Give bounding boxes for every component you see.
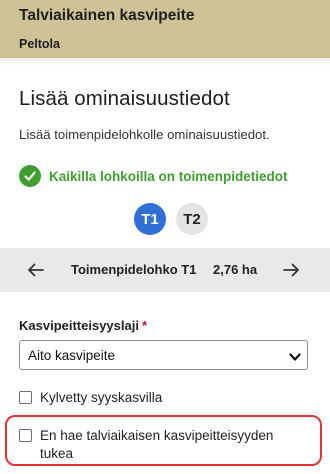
cover-type-label-text: Kasvipeitteisyyslaji	[19, 318, 139, 333]
checkbox-row-winter-crop: Kylvetty syyskasvilla	[19, 389, 162, 407]
chevron-down-icon	[289, 350, 301, 365]
winter-crop-label[interactable]: Kylvetty syyskasvilla	[40, 389, 162, 407]
cover-type-label: Kasvipeitteisyyslaji *	[19, 318, 147, 333]
header-shadow	[0, 58, 330, 66]
no-support-checkbox[interactable]	[19, 429, 32, 442]
main-panel: Lisää ominaisuustiedot Lisää toimenpidel…	[0, 66, 330, 474]
tab-t1[interactable]: T1	[134, 203, 166, 235]
arrow-left-icon[interactable]	[22, 256, 50, 284]
block-navigator: Toimenpidelohko T1 2,76 ha	[0, 248, 330, 292]
app-header: Talviaikainen kasvipeite Peltola	[0, 0, 330, 58]
block-name: Toimenpidelohko T1	[71, 262, 197, 277]
cover-type-selected: Aito kasvipeite	[28, 347, 116, 363]
page-title: Lisää ominaisuustiedot	[19, 87, 230, 110]
no-support-label[interactable]: En hae talviaikaisen kasvipeitteisyyden …	[40, 427, 299, 463]
checkbox-row-no-support: En hae talviaikaisen kasvipeitteisyyden …	[19, 427, 299, 463]
tab-t2[interactable]: T2	[176, 203, 208, 235]
status-message: Kaikilla lohkoilla on toimenpidetiedot	[19, 164, 288, 188]
check-circle-icon	[19, 165, 41, 187]
required-mark: *	[141, 318, 148, 333]
header-subtitle: Peltola	[19, 37, 60, 51]
cover-type-select[interactable]: Aito kasvipeite	[19, 340, 308, 370]
block-tabs: T1 T2	[0, 203, 330, 235]
arrow-right-icon[interactable]	[277, 256, 305, 284]
status-text: Kaikilla lohkoilla on toimenpidetiedot	[49, 168, 288, 184]
intro-text: Lisää toimenpidelohkolle ominaisuustiedo…	[19, 127, 270, 142]
block-area: 2,76 ha	[213, 262, 258, 277]
winter-crop-checkbox[interactable]	[19, 391, 32, 404]
header-title: Talviaikainen kasvipeite	[19, 7, 195, 24]
